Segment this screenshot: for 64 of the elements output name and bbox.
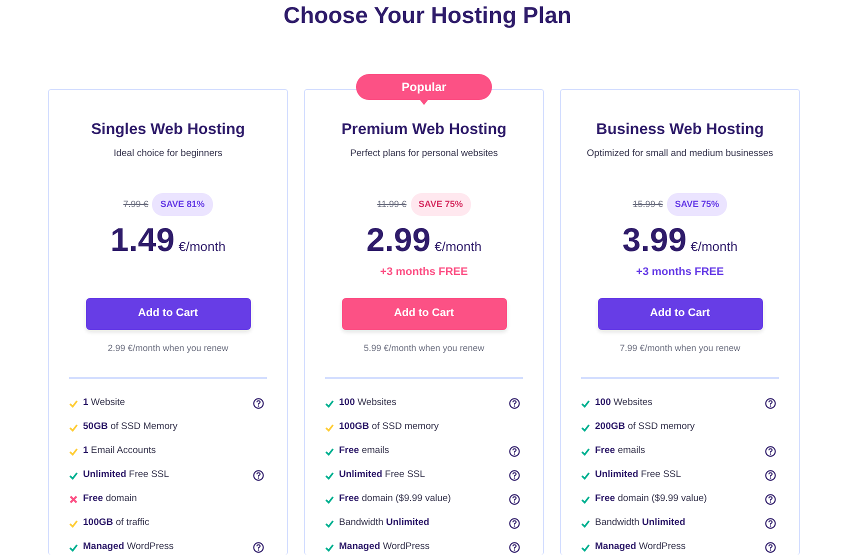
plan-title: Business Web Hosting <box>595 120 765 140</box>
price-unit: €/month <box>690 238 738 256</box>
feature-text: Free domain <box>83 492 138 506</box>
help-icon[interactable] <box>765 446 776 456</box>
help-icon[interactable] <box>509 494 520 504</box>
help-icon[interactable] <box>765 494 776 504</box>
plan-title: Premium Web Hosting <box>340 120 508 140</box>
bonus-text: +3 months FREE <box>636 265 724 280</box>
help-icon[interactable] <box>253 398 264 408</box>
feature-text: 100GB of traffic <box>83 516 150 530</box>
feature-text: Unlimited Free SSL <box>339 468 426 482</box>
help-icon[interactable] <box>253 470 264 480</box>
price-unit: €/month <box>178 238 226 256</box>
help-icon[interactable] <box>765 470 776 480</box>
help-icon[interactable] <box>765 518 776 528</box>
price: 3.99 <box>622 222 687 258</box>
add-to-cart-button[interactable]: Add to Cart <box>342 298 506 330</box>
feature-text: Managed WordPress <box>595 540 687 554</box>
feature-text: Unlimited Free SSL <box>595 468 682 482</box>
help-icon[interactable] <box>509 518 520 528</box>
help-icon[interactable] <box>253 542 264 552</box>
old-price: 7.99 € <box>123 198 148 211</box>
discount-badge: SAVE 75% <box>666 192 728 216</box>
help-icon[interactable] <box>509 470 520 480</box>
plan-subtitle: Ideal choice for beginners <box>112 147 224 162</box>
discount-badge: SAVE 75% <box>410 192 471 216</box>
price: 1.49 <box>110 222 175 258</box>
help-icon[interactable] <box>509 542 520 552</box>
bonus-text: +3 months FREE <box>380 265 468 280</box>
feature-text: Managed WordPress <box>339 540 431 554</box>
help-icon[interactable] <box>765 398 776 408</box>
add-to-cart-button[interactable]: Add to Cart <box>86 298 250 330</box>
feature-text: 100 Websites <box>595 396 654 410</box>
page-heading: Choose Your Hosting Plan <box>282 1 572 29</box>
help-icon[interactable] <box>765 542 776 552</box>
old-price: 15.99 € <box>632 198 663 211</box>
help-icon[interactable] <box>509 398 520 408</box>
feature-text: Bandwidth Unlimited <box>595 516 686 530</box>
old-price: 11.99 € <box>377 198 406 211</box>
renewal-price: 7.99 €/month when you renew <box>618 342 742 355</box>
renewal-price: 5.99 €/month when you renew <box>362 342 486 355</box>
feature-text: Free domain ($9.99 value) <box>595 492 708 506</box>
price-unit: €/month <box>434 238 482 256</box>
feature-text: Free emails <box>595 444 646 458</box>
price: 2.99 <box>366 222 431 258</box>
feature-text: Managed WordPress <box>83 540 175 554</box>
add-to-cart-button[interactable]: Add to Cart <box>598 298 762 330</box>
discount-badge: SAVE 81% <box>152 192 213 216</box>
renewal-price: 2.99 €/month when you renew <box>106 342 230 355</box>
feature-text: 100GB of SSD memory <box>339 420 440 434</box>
popular-ribbon: Popular <box>356 74 492 105</box>
feature-text: Free domain ($9.99 value) <box>339 492 452 506</box>
plan-subtitle: Optimized for small and medium businesses <box>586 147 774 162</box>
feature-text: Bandwidth Unlimited <box>339 516 430 530</box>
plan-title: Singles Web Hosting <box>90 120 246 140</box>
feature-text: 200GB of SSD memory <box>595 420 696 434</box>
feature-text: Unlimited Free SSL <box>83 468 170 482</box>
feature-text: 1 Email Accounts <box>83 444 157 458</box>
help-icon[interactable] <box>509 446 520 456</box>
feature-text: 100 Websites <box>339 396 398 410</box>
feature-text: Free emails <box>339 444 390 458</box>
feature-text: 50GB of SSD Memory <box>83 420 179 434</box>
plan-subtitle: Perfect plans for personal websites <box>349 147 499 162</box>
feature-text: 1 Website <box>83 396 126 410</box>
